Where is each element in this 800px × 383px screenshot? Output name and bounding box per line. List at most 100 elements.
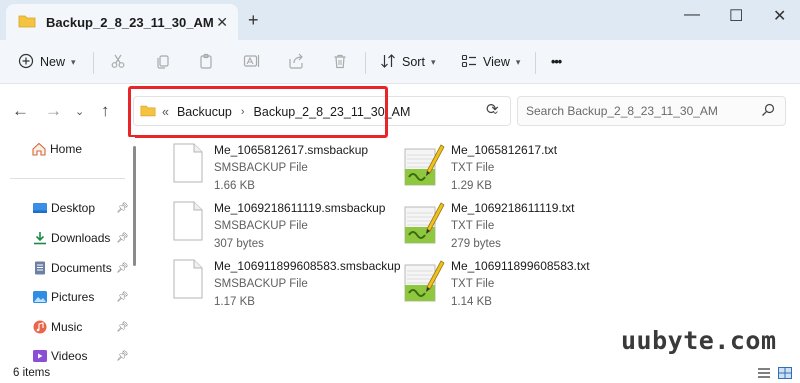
paste-button[interactable] xyxy=(198,50,214,74)
chevron-down-icon: ▾ xyxy=(430,56,436,67)
share-button[interactable] xyxy=(288,50,304,74)
text-file-icon xyxy=(403,201,445,245)
pin-icon[interactable]: 📌︎ xyxy=(116,292,129,303)
desktop-icon xyxy=(32,201,48,215)
search-icon xyxy=(761,103,775,120)
share-icon xyxy=(288,53,304,72)
pin-icon[interactable]: 📌︎ xyxy=(116,233,129,244)
file-type: TXT File xyxy=(451,162,495,174)
sidebar-item-label: Downloads xyxy=(51,231,111,245)
tab-active[interactable]: Backup_2_8_23_11_30_AM ✕ xyxy=(6,4,238,40)
new-tab-button[interactable]: + xyxy=(248,11,259,29)
generic-file-icon xyxy=(172,259,204,299)
file-name: Me_1065812617.smsbackup xyxy=(214,143,369,157)
sort-label: Sort xyxy=(402,55,425,69)
file-item[interactable]: Me_1069218611119.smsbackup SMSBACKUP Fil… xyxy=(172,201,385,252)
file-item[interactable]: Me_106911899608583.smsbackup SMSBACKUP F… xyxy=(172,259,401,310)
rename-icon xyxy=(243,53,261,72)
tab-title: Backup_2_8_23_11_30_AM xyxy=(46,14,214,30)
file-item[interactable]: Me_106911899608583.txt TXT File 1.14 KB xyxy=(403,259,590,310)
file-size: 279 bytes xyxy=(451,238,501,250)
rename-button[interactable] xyxy=(243,50,261,74)
view-label: View xyxy=(483,55,510,69)
sidebar-item-label: Music xyxy=(51,320,83,334)
sidebar-item-downloads[interactable]: Downloads xyxy=(32,231,110,245)
file-size: 1.17 KB xyxy=(214,296,255,308)
folder-icon xyxy=(18,14,36,31)
sidebar-item-label: Home xyxy=(50,142,83,156)
pin-icon[interactable]: 📌︎ xyxy=(116,322,129,333)
tiles-view-icon[interactable] xyxy=(778,367,792,382)
sidebar-item-music[interactable]: Music xyxy=(32,320,82,334)
divider xyxy=(535,52,536,74)
recent-locations-chevron-icon[interactable]: ⌄ xyxy=(75,105,84,118)
file-size: 1.29 KB xyxy=(451,180,492,192)
text-file-icon xyxy=(403,143,445,187)
text-file-icon xyxy=(403,259,445,303)
cut-button[interactable] xyxy=(110,50,126,74)
paste-icon xyxy=(198,53,214,72)
command-bar: New ▾ Sort ▾ View ▾ ••• xyxy=(0,40,800,84)
navigation-pane: Home Desktop 📌︎ Downloads 📌︎ Documents 📌… xyxy=(0,137,135,365)
divider xyxy=(10,178,125,179)
sidebar-item-documents[interactable]: Documents xyxy=(32,261,112,275)
new-button[interactable]: New ▾ xyxy=(18,50,76,74)
maximize-button[interactable]: ☐ xyxy=(729,6,743,26)
watermark: uubyte.com xyxy=(621,326,777,355)
more-options-button[interactable]: ••• xyxy=(551,50,562,74)
file-type: SMSBACKUP File xyxy=(214,220,308,232)
file-type: SMSBACKUP File xyxy=(214,278,308,290)
minimize-button[interactable]: — xyxy=(684,6,700,24)
details-view-icon[interactable] xyxy=(757,367,771,382)
refresh-icon[interactable]: ⟳ xyxy=(486,100,499,118)
chevron-down-icon: ▾ xyxy=(71,56,76,67)
generic-file-icon xyxy=(172,201,204,241)
file-item[interactable]: Me_1065812617.txt TXT File 1.29 KB xyxy=(403,143,557,194)
back-arrow-icon[interactable]: ← xyxy=(12,101,29,121)
pin-icon[interactable]: 📌︎ xyxy=(116,263,129,274)
file-name: Me_106911899608583.smsbackup xyxy=(214,259,401,273)
file-item[interactable]: Me_1069218611119.txt TXT File 279 bytes xyxy=(403,201,574,252)
chevron-down-icon: ▾ xyxy=(515,56,521,67)
forward-arrow-icon[interactable]: → xyxy=(45,101,62,121)
generic-file-icon xyxy=(172,143,204,183)
sidebar-item-videos[interactable]: Videos xyxy=(32,349,87,363)
sidebar-item-label: Desktop xyxy=(51,201,96,215)
copy-icon xyxy=(155,53,171,72)
up-arrow-icon[interactable]: ↑ xyxy=(101,101,110,121)
sidebar-item-home[interactable]: Home xyxy=(31,142,82,156)
file-name: Me_106911899608583.txt xyxy=(451,259,590,273)
title-bar: Backup_2_8_23_11_30_AM ✕ + — ☐ ✕ xyxy=(0,0,800,40)
sidebar-item-desktop[interactable]: Desktop xyxy=(32,201,95,215)
sidebar-item-label: Documents xyxy=(51,261,112,275)
sidebar-scrollbar[interactable] xyxy=(133,146,136,266)
file-type: TXT File xyxy=(451,278,495,290)
file-type: SMSBACKUP File xyxy=(214,162,308,174)
file-item[interactable]: Me_1065812617.smsbackup SMSBACKUP File 1… xyxy=(172,143,368,194)
divider xyxy=(93,52,94,74)
cut-icon xyxy=(110,53,126,72)
status-bar: 6 items xyxy=(0,365,800,383)
file-name: Me_1069218611119.txt xyxy=(451,201,575,215)
plus-circle-icon xyxy=(18,53,34,72)
file-name: Me_1065812617.txt xyxy=(451,143,558,157)
divider xyxy=(365,52,366,74)
view-icon xyxy=(461,53,477,72)
delete-button[interactable] xyxy=(332,50,348,74)
file-size: 1.14 KB xyxy=(451,296,492,308)
downloads-icon xyxy=(32,231,48,245)
trash-icon xyxy=(332,53,348,72)
sidebar-item-label: Pictures xyxy=(51,290,95,304)
sidebar-item-pictures[interactable]: Pictures xyxy=(32,290,94,304)
tab-close-icon[interactable]: ✕ xyxy=(216,14,228,31)
pin-icon[interactable]: 📌︎ xyxy=(116,203,129,214)
close-window-button[interactable]: ✕ xyxy=(773,6,786,26)
pictures-icon xyxy=(32,290,48,304)
search-input[interactable]: Search Backup_2_8_23_11_30_AM xyxy=(517,96,786,126)
sort-button[interactable]: Sort ▾ xyxy=(380,50,435,74)
documents-icon xyxy=(32,261,48,275)
view-button[interactable]: View ▾ xyxy=(461,50,520,74)
pin-icon[interactable]: 📌︎ xyxy=(116,351,129,362)
copy-button[interactable] xyxy=(155,50,171,74)
new-label: New xyxy=(40,55,66,69)
